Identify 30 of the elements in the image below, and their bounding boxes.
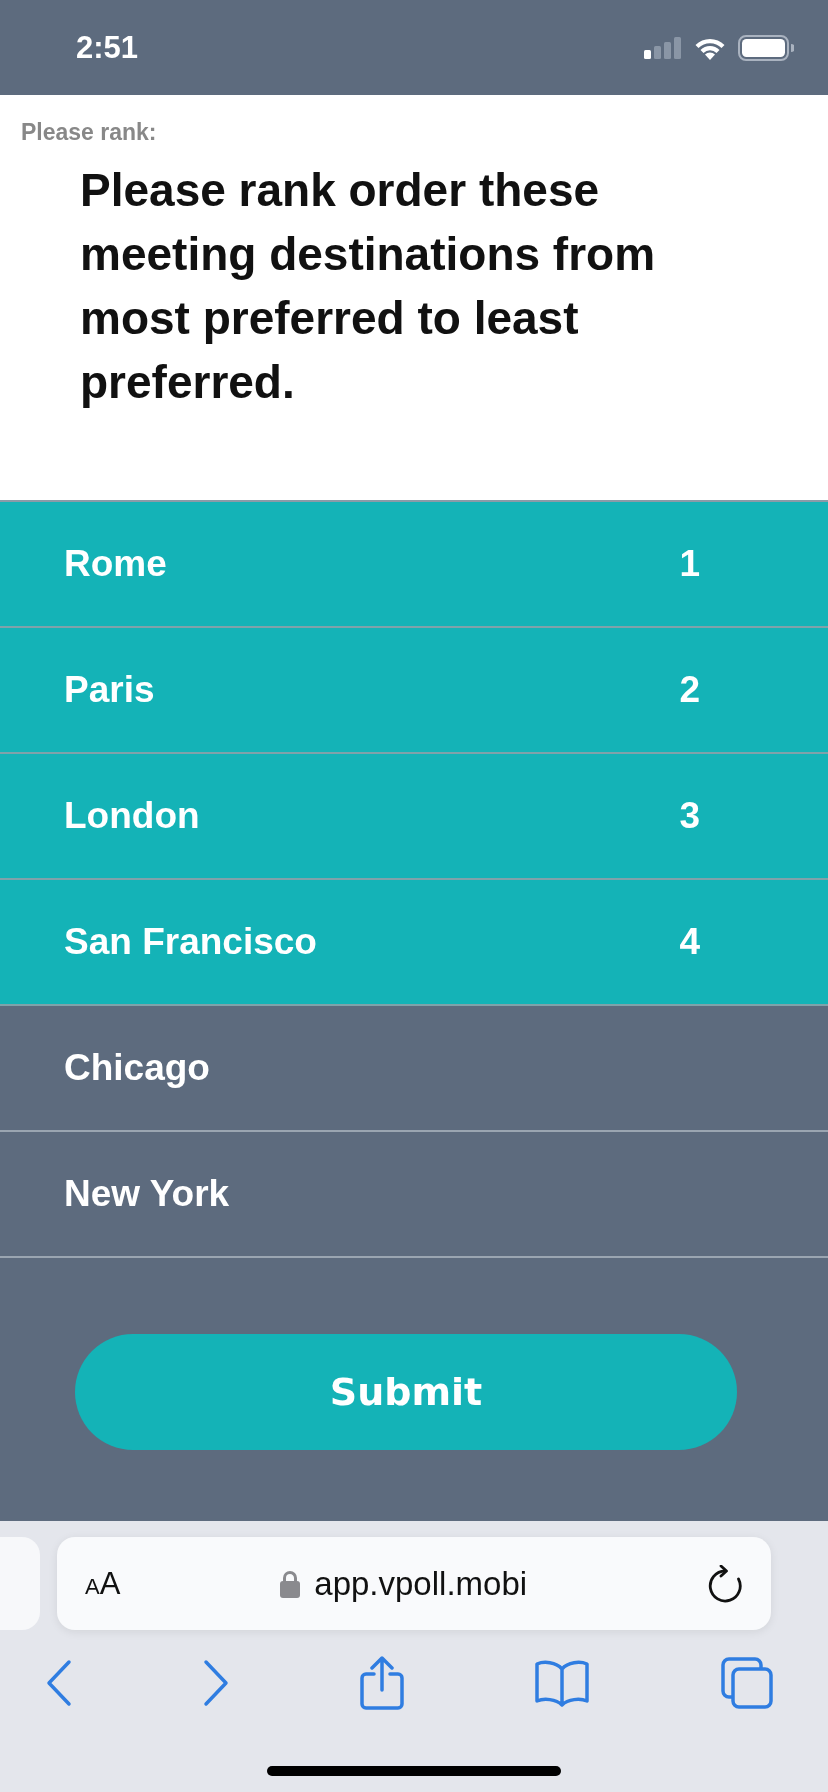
bookmarks-icon[interactable] bbox=[534, 1658, 591, 1707]
rank-number: 4 bbox=[679, 921, 700, 963]
rank-number: 3 bbox=[679, 795, 700, 837]
battery-icon bbox=[738, 34, 794, 61]
option-row[interactable]: London 3 bbox=[0, 754, 828, 880]
address-bar[interactable]: AA app.vpoll.mobi bbox=[57, 1537, 771, 1630]
text-size-button[interactable]: AA bbox=[85, 1565, 121, 1602]
rank-number: 1 bbox=[679, 543, 700, 585]
option-label: London bbox=[64, 795, 200, 837]
lock-icon bbox=[280, 1569, 301, 1598]
option-label: Rome bbox=[64, 543, 167, 585]
question-text: Please rank order these meeting destinations from most preferred to least preferred. bbox=[80, 163, 657, 410]
rank-number: 2 bbox=[679, 669, 700, 711]
option-label: Chicago bbox=[64, 1047, 210, 1089]
option-row[interactable]: Paris 2 bbox=[0, 628, 828, 754]
reload-icon[interactable] bbox=[707, 1564, 743, 1603]
url-text: app.vpoll.mobi bbox=[314, 1564, 528, 1603]
option-row[interactable]: San Francisco 4 bbox=[0, 880, 828, 1006]
submit-button[interactable]: Submit bbox=[75, 1334, 737, 1450]
tabs-icon[interactable] bbox=[721, 1656, 773, 1709]
back-icon[interactable] bbox=[46, 1658, 72, 1707]
option-label: Paris bbox=[64, 669, 155, 711]
option-row[interactable]: Rome 1 bbox=[0, 502, 828, 628]
option-label: San Francisco bbox=[64, 921, 317, 963]
share-icon[interactable] bbox=[359, 1655, 404, 1710]
signal-icon bbox=[644, 36, 682, 59]
question-label: Please rank: bbox=[21, 118, 157, 146]
status-time: 2:51 bbox=[76, 29, 139, 66]
forward-icon[interactable] bbox=[202, 1658, 229, 1707]
option-label: New York bbox=[64, 1173, 230, 1215]
